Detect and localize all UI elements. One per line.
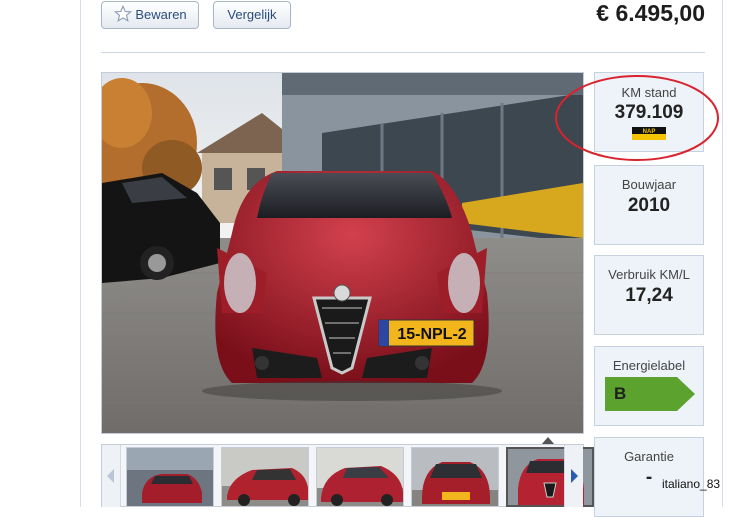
thumbnail-image [222, 448, 308, 506]
spec-mileage: KM stand 379.109 NAP [594, 72, 704, 152]
thumbnail-image [127, 448, 213, 506]
nap-logo-icon: NAP [632, 127, 666, 140]
thumbnail-prev-button[interactable] [102, 445, 121, 507]
spec-warranty-label: Garantie [624, 449, 674, 464]
save-button-label: Bewaren [135, 7, 187, 22]
spec-mileage-value: 379.109 [614, 102, 684, 123]
divider [101, 52, 705, 53]
save-button[interactable]: Bewaren [101, 1, 199, 29]
car-photo-illustration: 15-NPL-2 [102, 73, 583, 433]
thumbnail-next-button[interactable] [564, 445, 583, 507]
spec-year-value: 2010 [627, 195, 671, 216]
thumbnail-1[interactable] [126, 447, 214, 507]
thumbnail-3[interactable] [316, 447, 404, 507]
spec-energy-label-title: Energielabel [612, 358, 686, 373]
thumbnail-2[interactable] [221, 447, 309, 507]
content-border-right [722, 0, 723, 507]
spec-consumption: Verbruik KM/L 17,24 [594, 255, 704, 335]
compare-button[interactable]: Vergelijk [213, 1, 291, 29]
thumbnail-strip [101, 444, 594, 507]
star-icon [114, 5, 133, 22]
price: € 6.495,00 [596, 0, 705, 26]
arrow-left-icon [107, 469, 114, 483]
spec-energy-label: Energielabel B [594, 346, 704, 426]
thumbnail-image [317, 448, 403, 506]
spec-consumption-value: 17,24 [625, 285, 673, 306]
license-plate: 15-NPL-2 [397, 326, 466, 343]
spec-year: Bouwjaar 2010 [594, 165, 704, 245]
thumbnail-image [412, 448, 498, 506]
spec-energy-label-value: B [614, 384, 627, 403]
compare-button-label: Vergelijk [227, 7, 277, 22]
spec-mileage-label: KM stand [621, 85, 677, 100]
spec-consumption-label: Verbruik KM/L [608, 267, 690, 282]
thumbnail-4[interactable] [411, 447, 499, 507]
spec-year-label: Bouwjaar [621, 177, 677, 192]
watermark: italiano_83 [662, 477, 721, 491]
main-car-photo[interactable]: 15-NPL-2 [101, 72, 584, 434]
content-border-left [80, 0, 81, 507]
arrow-right-icon [571, 469, 578, 483]
